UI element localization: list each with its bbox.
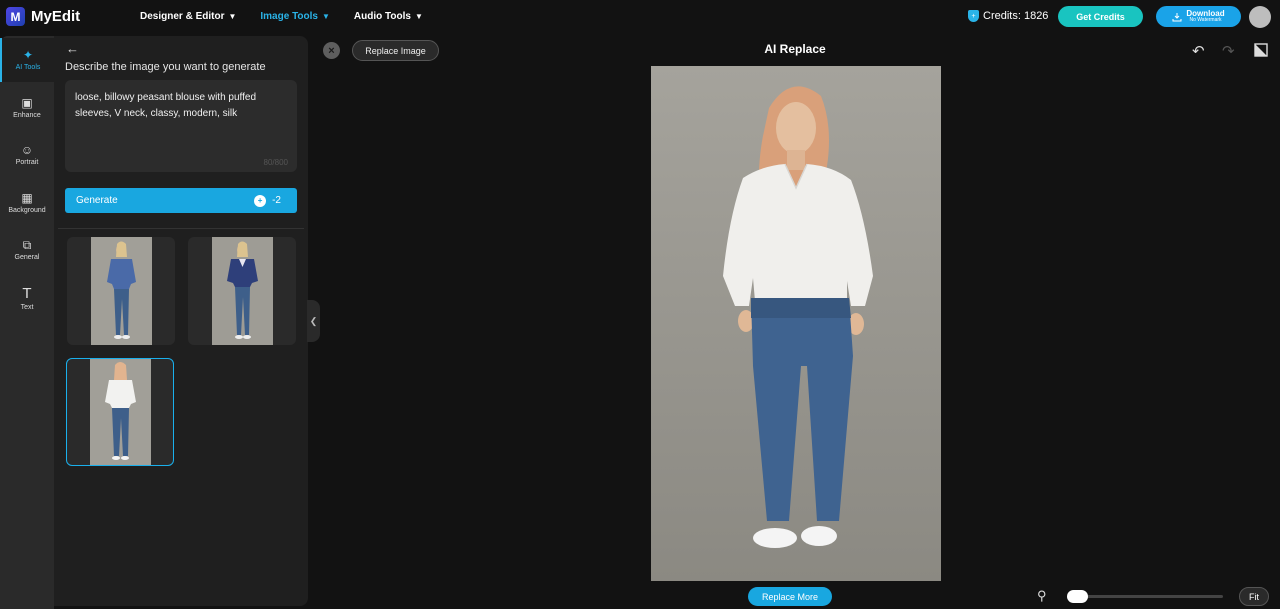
replace-image-button[interactable]: Replace Image bbox=[352, 40, 439, 61]
rail-label: Text bbox=[20, 303, 34, 311]
edited-image-canvas[interactable] bbox=[651, 66, 941, 581]
canvas-title: AI Replace bbox=[764, 42, 826, 56]
rail-label: Enhance bbox=[13, 112, 41, 119]
enhance-icon: ▣ bbox=[21, 96, 33, 110]
rail-label: Portrait bbox=[15, 159, 39, 166]
nav-designer-editor[interactable]: Designer & Editor ▼ bbox=[140, 11, 236, 22]
rail-label: Background bbox=[8, 207, 46, 214]
generate-cost: + -2 bbox=[254, 194, 281, 207]
char-count: 80/800 bbox=[263, 158, 288, 167]
compare-icon[interactable] bbox=[1254, 43, 1268, 57]
download-sublabel: No Watermark bbox=[1189, 17, 1222, 23]
chevron-down-icon: ▼ bbox=[228, 12, 237, 21]
generate-button[interactable]: Generate + -2 bbox=[65, 188, 297, 213]
rail-item-enhance[interactable]: ▣ Enhance bbox=[0, 86, 54, 130]
result-image bbox=[211, 237, 273, 345]
collapse-panel-toggle[interactable]: ❮ bbox=[307, 300, 320, 342]
rail-label: General bbox=[14, 254, 40, 261]
rail-item-general[interactable]: ⧉ General bbox=[0, 228, 54, 272]
chevron-down-icon: ▼ bbox=[414, 12, 423, 21]
app-name: MyEdit bbox=[31, 8, 81, 25]
download-button[interactable]: Download No Watermark bbox=[1156, 6, 1241, 27]
get-credits-button[interactable]: Get Credits bbox=[1058, 6, 1143, 27]
result-thumbnail[interactable] bbox=[188, 237, 296, 345]
download-icon bbox=[1172, 12, 1182, 21]
fit-button[interactable]: Fit bbox=[1239, 587, 1269, 606]
credit-icon: + bbox=[254, 194, 267, 207]
close-icon[interactable]: × bbox=[323, 42, 340, 59]
result-thumbnail-selected[interactable] bbox=[66, 358, 174, 466]
credits-display[interactable]: + Credits: 1826 bbox=[968, 10, 1048, 22]
result-image bbox=[89, 359, 151, 465]
undo-icon[interactable]: ↶ bbox=[1192, 42, 1205, 60]
generate-cost-value: -2 bbox=[272, 195, 281, 206]
nav-label: Designer & Editor bbox=[140, 11, 225, 22]
result-thumbnail[interactable] bbox=[67, 237, 175, 345]
generate-label: Generate bbox=[76, 195, 118, 206]
rail-item-text[interactable]: T Text bbox=[0, 276, 54, 320]
zoom-slider-handle[interactable] bbox=[1067, 590, 1088, 603]
tool-category-rail: ✦ AI Tools ▣ Enhance ☺ Portrait ▦ Backgr… bbox=[0, 36, 54, 609]
user-avatar[interactable] bbox=[1249, 6, 1271, 28]
text-icon: T bbox=[22, 284, 32, 302]
top-bar: M MyEdit Designer & Editor ▼ Image Tools… bbox=[0, 0, 1280, 36]
zoom-slider-track[interactable] bbox=[1070, 595, 1223, 598]
background-icon: ▦ bbox=[21, 191, 33, 205]
result-image bbox=[90, 237, 152, 345]
magic-wand-icon: ✦ bbox=[22, 48, 34, 62]
download-text: Download No Watermark bbox=[1186, 10, 1224, 23]
prompt-heading: Describe the image you want to generate bbox=[65, 61, 266, 73]
zoom-icon[interactable]: ⚲ bbox=[1037, 588, 1047, 604]
logo-mark-icon: M bbox=[6, 7, 25, 26]
panel-divider bbox=[58, 228, 304, 229]
nav-image-tools[interactable]: Image Tools ▼ bbox=[260, 11, 330, 22]
prompt-textarea[interactable]: loose, billowy peasant blouse with puffe… bbox=[65, 80, 297, 172]
replace-more-button[interactable]: Replace More bbox=[748, 587, 832, 606]
rail-item-ai-tools[interactable]: ✦ AI Tools bbox=[0, 38, 54, 82]
chevron-down-icon: ▼ bbox=[322, 12, 330, 21]
nav-audio-tools[interactable]: Audio Tools ▼ bbox=[354, 11, 423, 22]
crop-icon: ⧉ bbox=[22, 238, 32, 252]
nav-label: Image Tools bbox=[260, 11, 318, 22]
redo-icon[interactable]: ↷ bbox=[1222, 42, 1235, 60]
nav-label: Audio Tools bbox=[353, 11, 411, 22]
back-arrow-icon[interactable]: ← bbox=[66, 41, 79, 56]
rail-item-background[interactable]: ▦ Background bbox=[0, 181, 54, 225]
app-logo[interactable]: M MyEdit bbox=[6, 7, 80, 26]
prompt-text: loose, billowy peasant blouse with puffe… bbox=[75, 92, 257, 119]
rail-label: AI Tools bbox=[15, 64, 41, 71]
chevron-left-icon: ❮ bbox=[309, 315, 318, 326]
credits-shield-icon: + bbox=[968, 10, 979, 22]
top-navigation: Designer & Editor ▼ Image Tools ▼ Audio … bbox=[140, 11, 447, 22]
rail-item-portrait[interactable]: ☺ Portrait bbox=[0, 133, 54, 177]
credits-label: Credits: 1826 bbox=[983, 10, 1049, 22]
portrait-icon: ☺ bbox=[20, 143, 34, 157]
